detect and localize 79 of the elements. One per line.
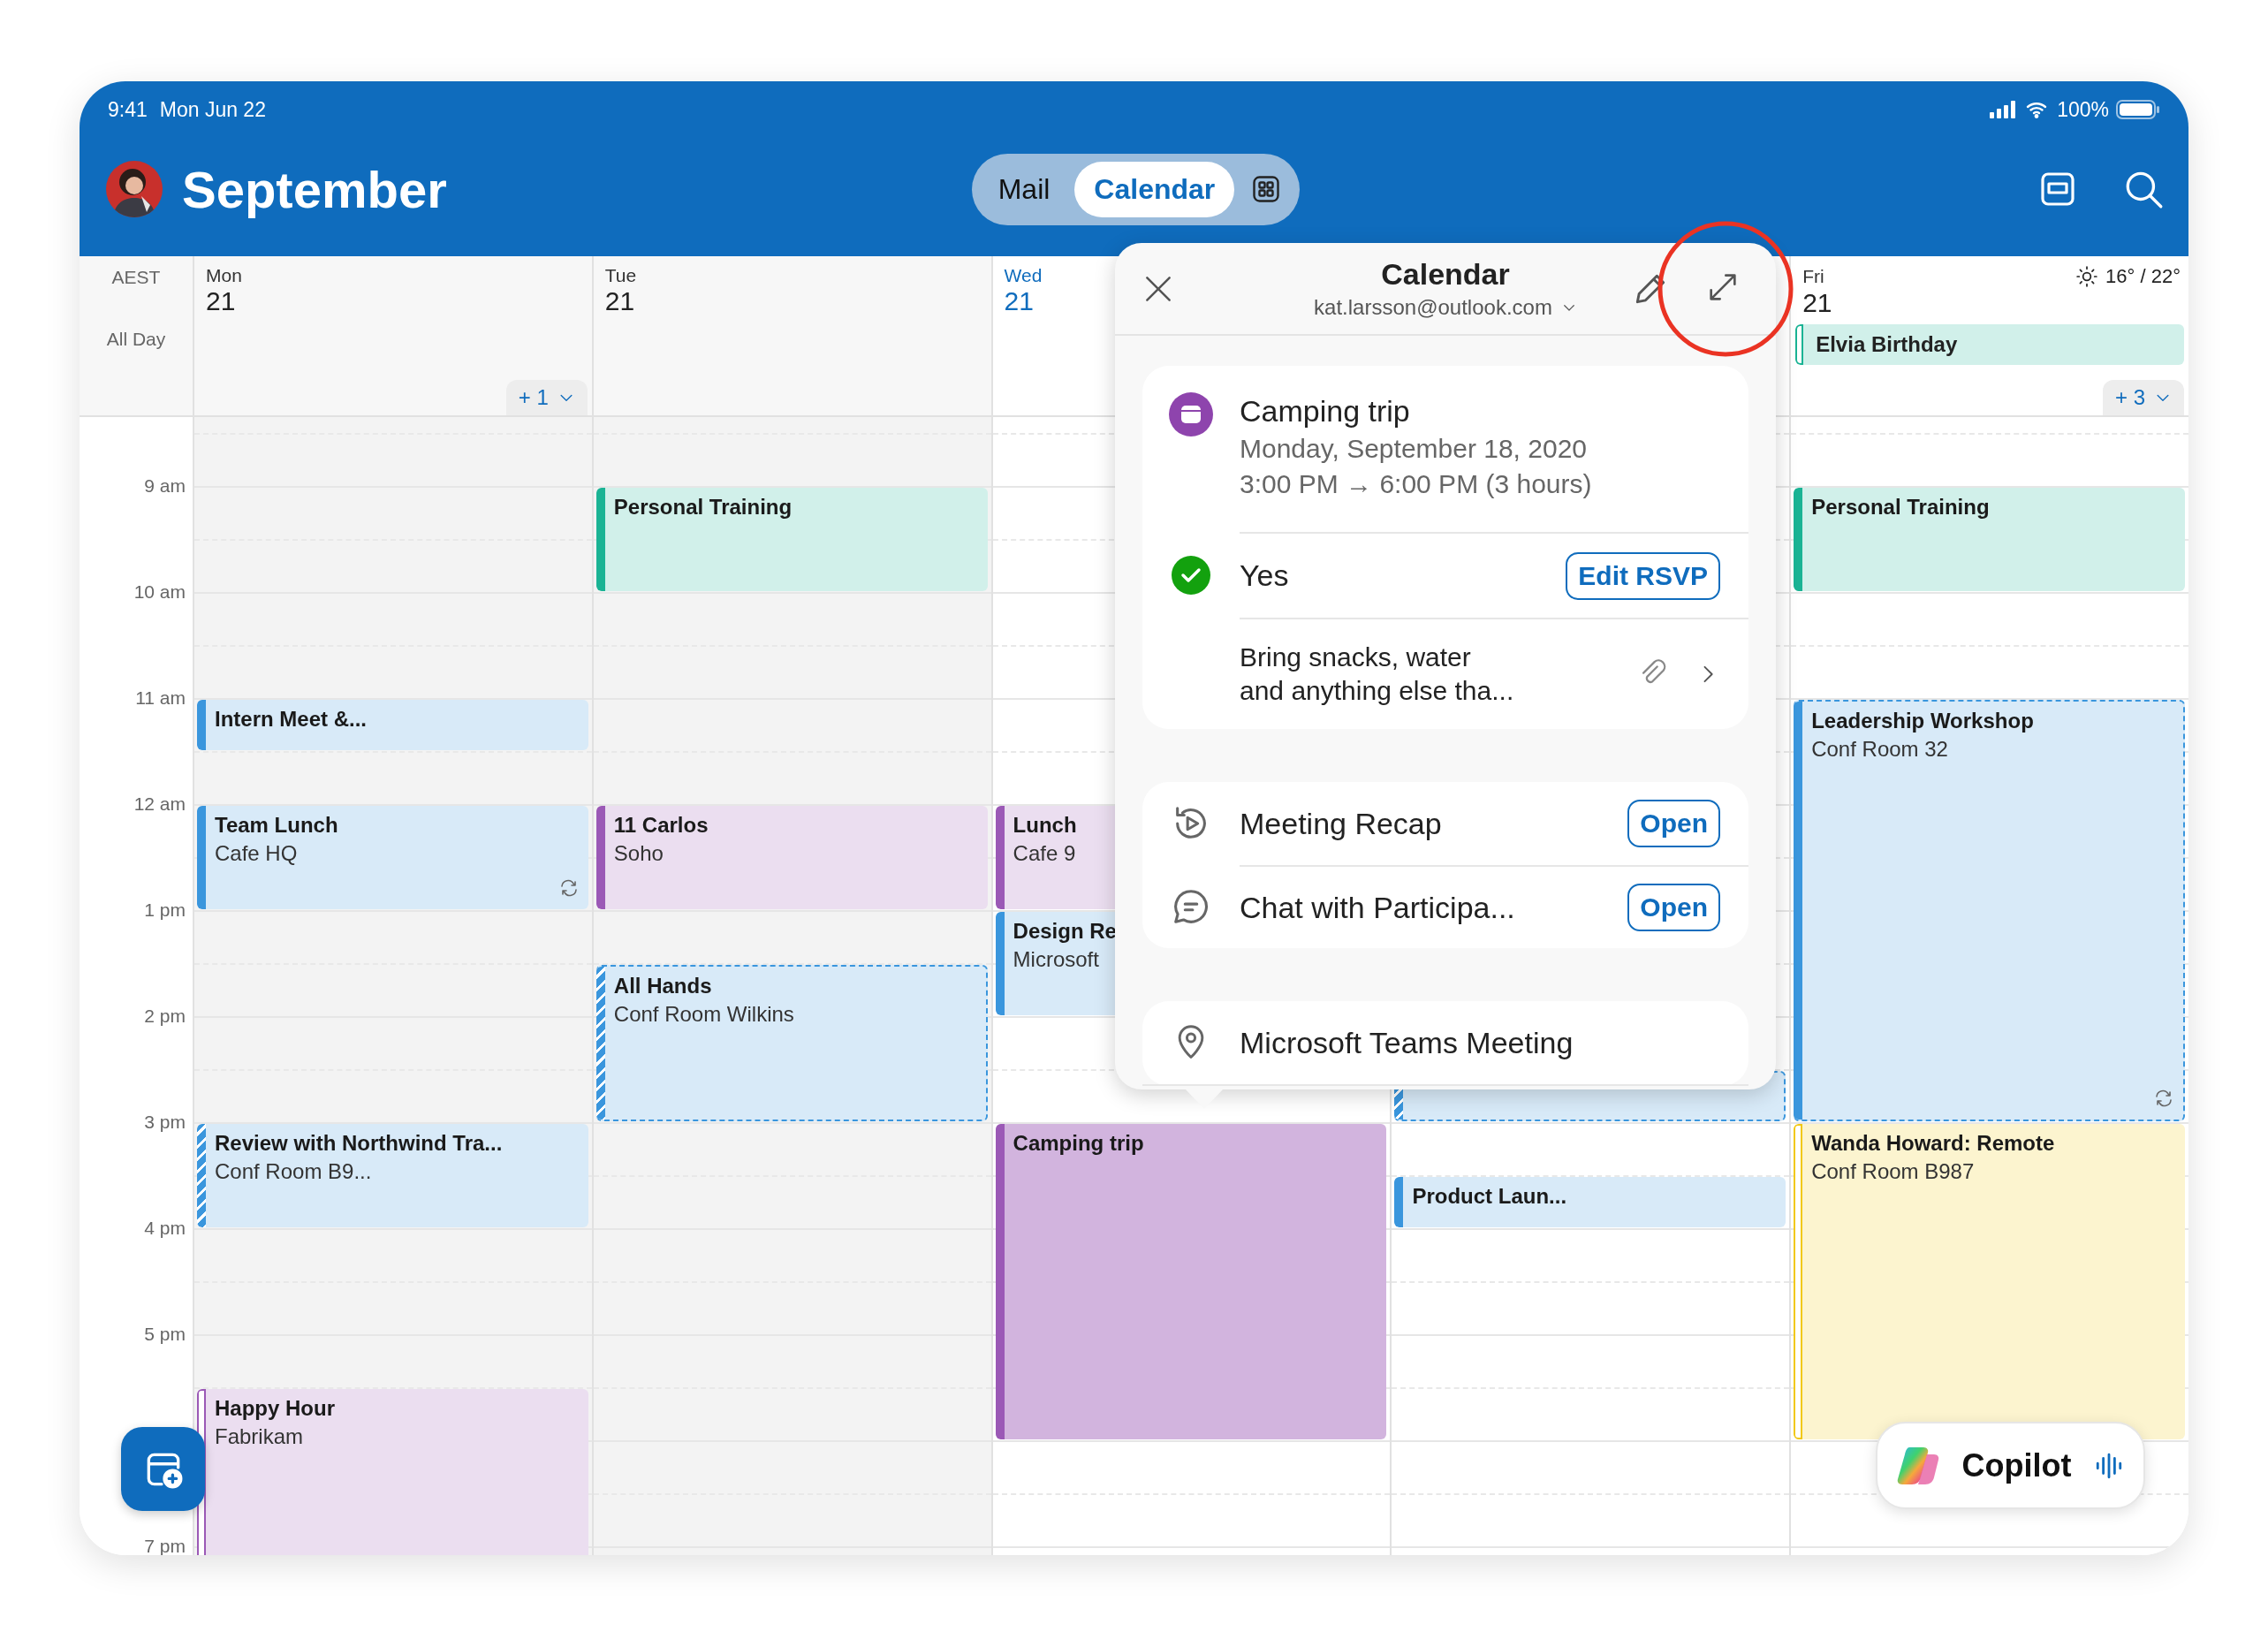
open-button[interactable]: Open xyxy=(1627,884,1720,931)
action-label: Chat with Participa... xyxy=(1240,890,1515,925)
hour-label: 2 pm xyxy=(144,1006,186,1027)
calendar-event[interactable]: Team Lunch Cafe HQ xyxy=(197,806,588,909)
calendar-event[interactable]: Intern Meet &... xyxy=(197,700,588,750)
event-location: Conf Room B9... xyxy=(215,1159,373,1184)
hour-label: 1 pm xyxy=(144,899,186,921)
rsvp-response: Yes xyxy=(1240,558,1289,593)
calendar-event[interactable]: Product Laun... xyxy=(1394,1177,1786,1227)
weather-temperature: 16° / 22° xyxy=(2105,265,2181,288)
event-title: Personal Training xyxy=(613,495,793,520)
day-name: Wed xyxy=(1004,265,1043,286)
event-title: 11 Carlos xyxy=(613,813,709,838)
status-date: Mon Jun 22 xyxy=(159,97,266,122)
status-time: 9:41 xyxy=(108,97,148,122)
event-location: Microsoft Teams Meeting xyxy=(1240,1025,1574,1060)
event-location: Conf Room B987 xyxy=(1811,1159,1976,1184)
calendar-event[interactable]: 11 Carlos Soho xyxy=(595,806,988,909)
all-day-event[interactable]: Elvia Birthday xyxy=(1795,324,2184,365)
event-location: Cafe HQ xyxy=(215,841,299,866)
event-location: Soho xyxy=(613,841,664,866)
event-location: Conf Room 32 xyxy=(1811,737,1949,762)
event-title: Product Laun... xyxy=(1412,1184,1567,1209)
day-date: 21 xyxy=(604,286,635,315)
event-title: Review with Northwind Tra... xyxy=(215,1131,503,1156)
event-location: Conf Room Wilkins xyxy=(613,1002,794,1027)
hour-label: 10 am xyxy=(133,581,186,603)
hour-label: 4 pm xyxy=(144,1218,186,1239)
hour-label: 9 am xyxy=(144,475,186,497)
popover-title: Calendar xyxy=(1381,257,1510,292)
calendar-event[interactable]: Camping trip xyxy=(995,1124,1387,1439)
calendar-event[interactable]: Review with Northwind Tra... Conf Room B9... xyxy=(197,1124,588,1227)
all-day-label: All Day xyxy=(106,329,166,350)
event-title: Happy Hour xyxy=(215,1396,335,1421)
hour-label: 3 pm xyxy=(144,1112,186,1133)
day-date: 21 xyxy=(1802,288,1832,317)
open-button[interactable]: Open xyxy=(1627,800,1720,847)
app-tab[interactable]: Mail xyxy=(978,161,1070,217)
event-title: Camping trip xyxy=(1013,1131,1144,1156)
more-events-button[interactable]: + 3 xyxy=(2102,380,2184,415)
event-title: Team Lunch xyxy=(215,813,338,838)
event-date: Monday, September 18, 2020 xyxy=(1240,433,1589,465)
calendar-event[interactable]: Wanda Howard: Remote Conf Room B987 xyxy=(1794,1124,2185,1439)
day-name: Tue xyxy=(604,265,637,286)
day-date: 21 xyxy=(1004,286,1034,315)
event-notes: Bring snacks, water and anything else tha... xyxy=(1240,641,1514,707)
day-name: Fri xyxy=(1802,266,1824,287)
event-time: 3:00 PM → 6:00 PM (3 hours) xyxy=(1240,468,1593,500)
calendar-event[interactable]: Happy Hour Fabrikam xyxy=(197,1389,588,1555)
day-name: Mon xyxy=(206,265,242,286)
calendar-event[interactable]: All Hands Conf Room Wilkins xyxy=(595,965,988,1121)
event-location: Fabrikam xyxy=(215,1424,305,1449)
month-title: September xyxy=(182,159,447,219)
more-events-button[interactable]: + 1 xyxy=(505,380,588,415)
timezone-label: AEST xyxy=(111,267,161,288)
action-label: Meeting Recap xyxy=(1240,806,1442,841)
event-title: Personal Training xyxy=(1811,495,1990,520)
edit-rsvp-button[interactable]: Edit RSVP xyxy=(1566,551,1720,600)
calendar-event[interactable]: Personal Training xyxy=(1794,488,2185,591)
event-title: Elvia Birthday xyxy=(1815,332,1958,357)
day-date: 21 xyxy=(206,286,236,315)
event-title: Leadership Workshop xyxy=(1811,709,2034,733)
event-title: Design Re xyxy=(1013,919,1117,944)
event-title: Intern Meet &... xyxy=(215,707,368,732)
event-location: Cafe 9 xyxy=(1013,841,1077,866)
calendar-event[interactable]: Personal Training xyxy=(595,488,988,591)
copilot-button[interactable]: Copilot xyxy=(1876,1422,2145,1509)
battery-percent: 100% xyxy=(2057,97,2109,122)
hour-label: 12 am xyxy=(133,793,186,815)
event-title: Wanda Howard: Remote xyxy=(1811,1131,2055,1156)
account-selector[interactable]: kat.larsson@outlook.com xyxy=(1314,295,1577,320)
event-title: All Hands xyxy=(613,974,713,998)
hour-label: 11 am xyxy=(135,687,186,709)
event-title: Lunch xyxy=(1013,813,1077,838)
calendar-event[interactable]: Leadership Workshop Conf Room 32 xyxy=(1794,700,2185,1121)
event-title: Camping trip xyxy=(1240,393,1411,429)
app-tab[interactable]: Calendar xyxy=(1074,161,1235,217)
event-location: Microsoft xyxy=(1013,947,1100,972)
hour-label: 5 pm xyxy=(144,1324,186,1345)
